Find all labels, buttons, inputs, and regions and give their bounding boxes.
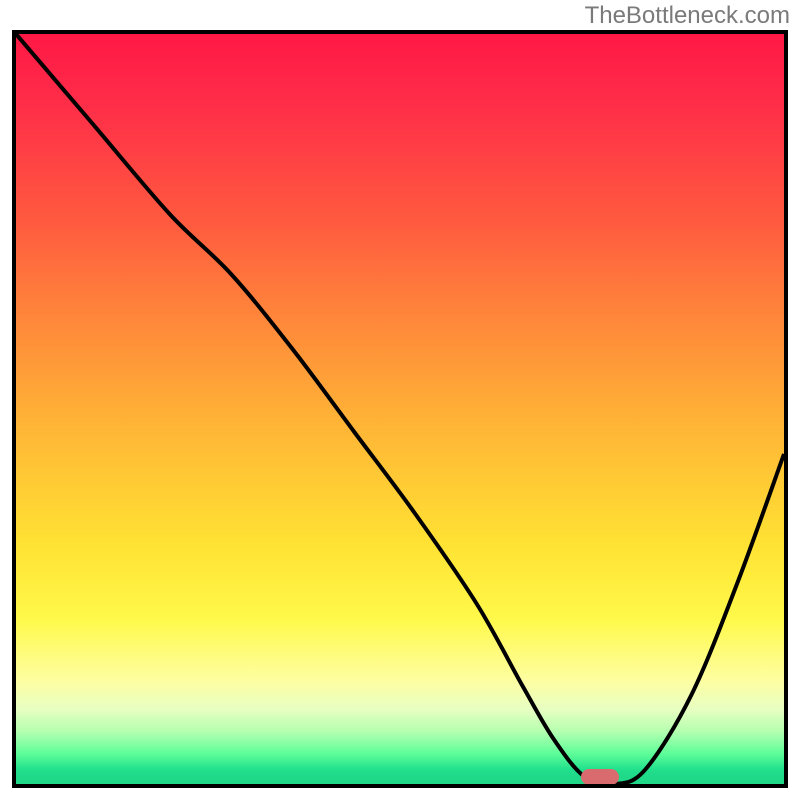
watermark-label: TheBottleneck.com <box>585 2 790 30</box>
chart-container: TheBottleneck.com <box>0 0 800 800</box>
bottleneck-curve <box>16 34 784 784</box>
plot-frame <box>12 30 788 788</box>
optimum-marker <box>581 769 619 785</box>
curve-path <box>16 34 784 784</box>
